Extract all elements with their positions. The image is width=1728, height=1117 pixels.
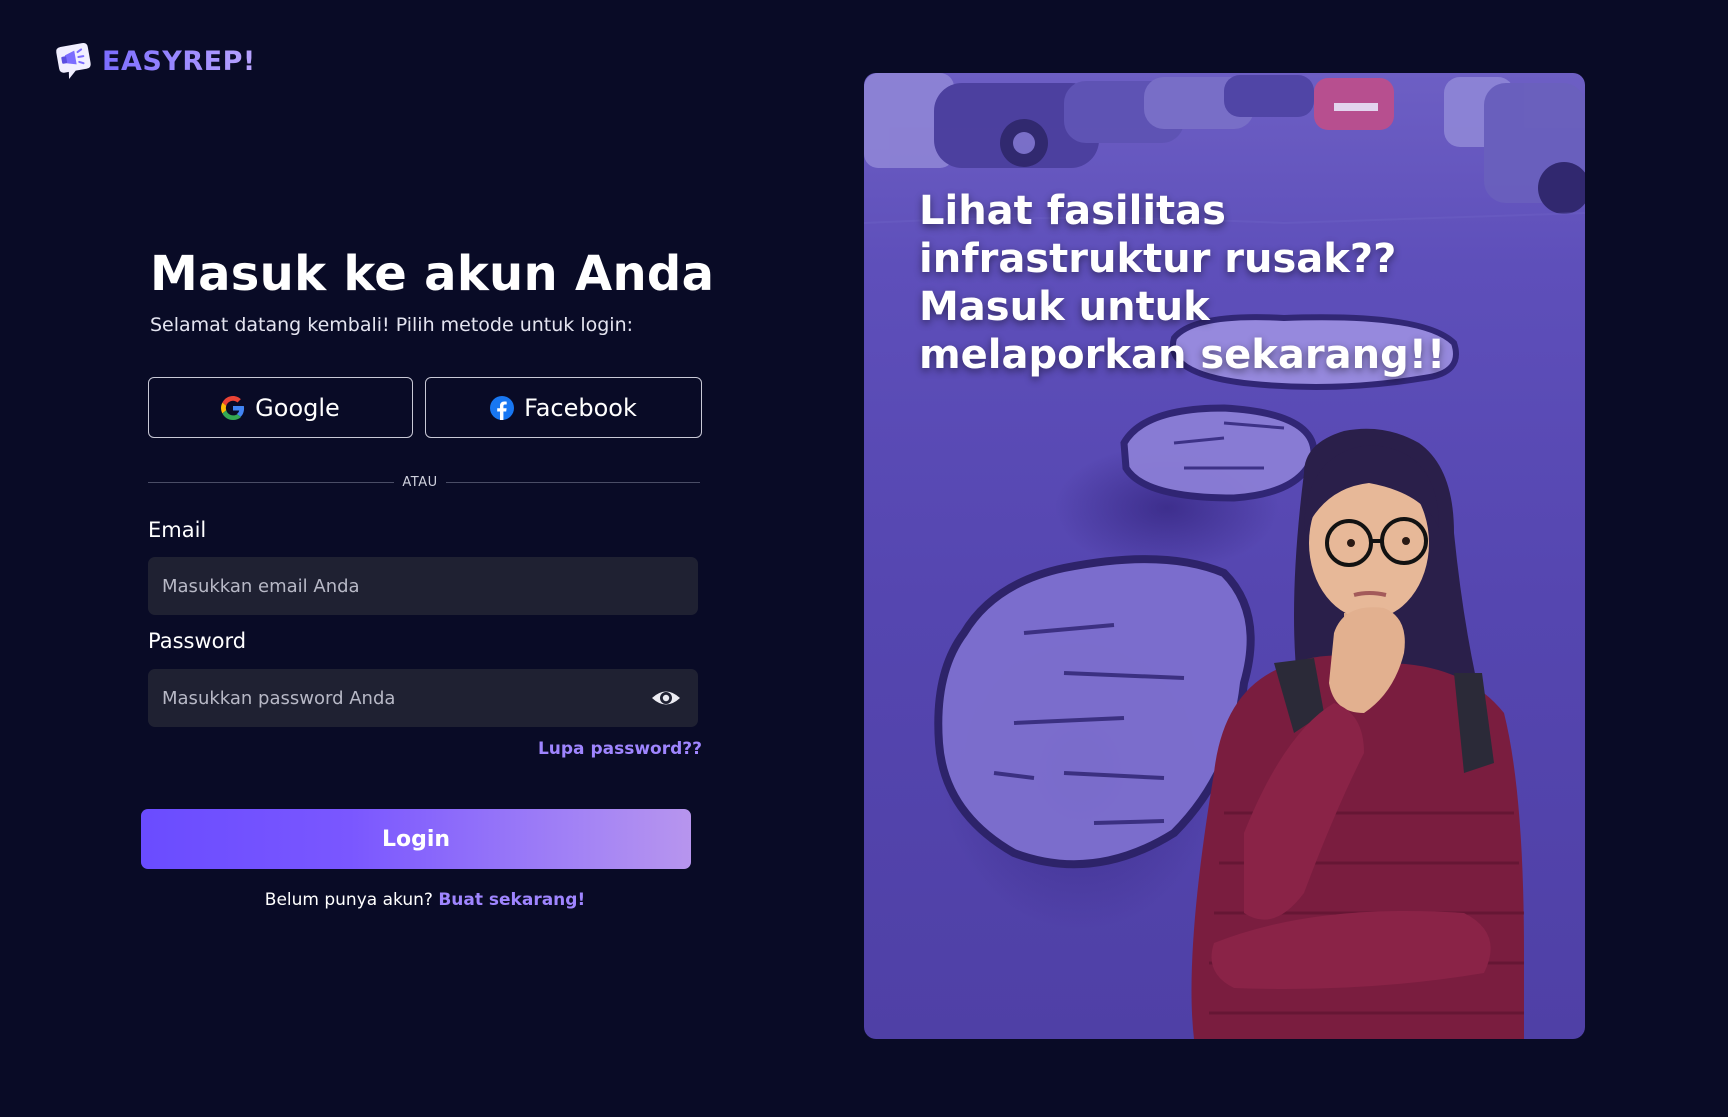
signup-link[interactable]: Buat sekarang!: [438, 890, 585, 910]
email-label: Email: [148, 518, 207, 542]
divider-line-left: [148, 482, 394, 483]
login-page: EASYREP! Masuk ke akun Anda Selamat data…: [0, 0, 1728, 1117]
page-title: Masuk ke akun Anda: [150, 246, 715, 302]
hero-headline: Lihat fasilitas infrastruktur rusak?? Ma…: [919, 188, 1446, 378]
email-input[interactable]: [162, 575, 684, 597]
eye-icon[interactable]: [650, 682, 682, 714]
forgot-password-link[interactable]: Lupa password??: [538, 739, 702, 759]
password-label: Password: [148, 629, 247, 653]
email-field-container: [148, 557, 698, 615]
brand-name: EASYREP!: [102, 45, 256, 77]
signup-prompt-text: Belum punya akun?: [264, 890, 433, 910]
google-button-label: Google: [255, 393, 340, 422]
hero-image: Lihat fasilitas infrastruktur rusak?? Ma…: [864, 73, 1585, 1039]
divider-text: ATAU: [402, 475, 438, 490]
facebook-login-button[interactable]: Facebook: [425, 377, 702, 438]
signup-prompt: Belum punya akun? Buat sekarang!: [148, 890, 702, 910]
divider-line-right: [446, 482, 700, 483]
megaphone-chat-icon: [56, 43, 91, 79]
login-button[interactable]: Login: [141, 809, 691, 869]
password-input[interactable]: [162, 687, 650, 709]
facebook-button-label: Facebook: [524, 393, 637, 422]
google-login-button[interactable]: Google: [148, 377, 413, 438]
brand-logo[interactable]: EASYREP!: [52, 40, 256, 82]
or-divider: ATAU: [148, 474, 700, 492]
page-subtitle: Selamat datang kembali! Pilih metode unt…: [150, 314, 634, 336]
password-field-container: [148, 669, 698, 727]
facebook-f-icon: [490, 395, 515, 420]
google-g-icon: [221, 395, 245, 420]
